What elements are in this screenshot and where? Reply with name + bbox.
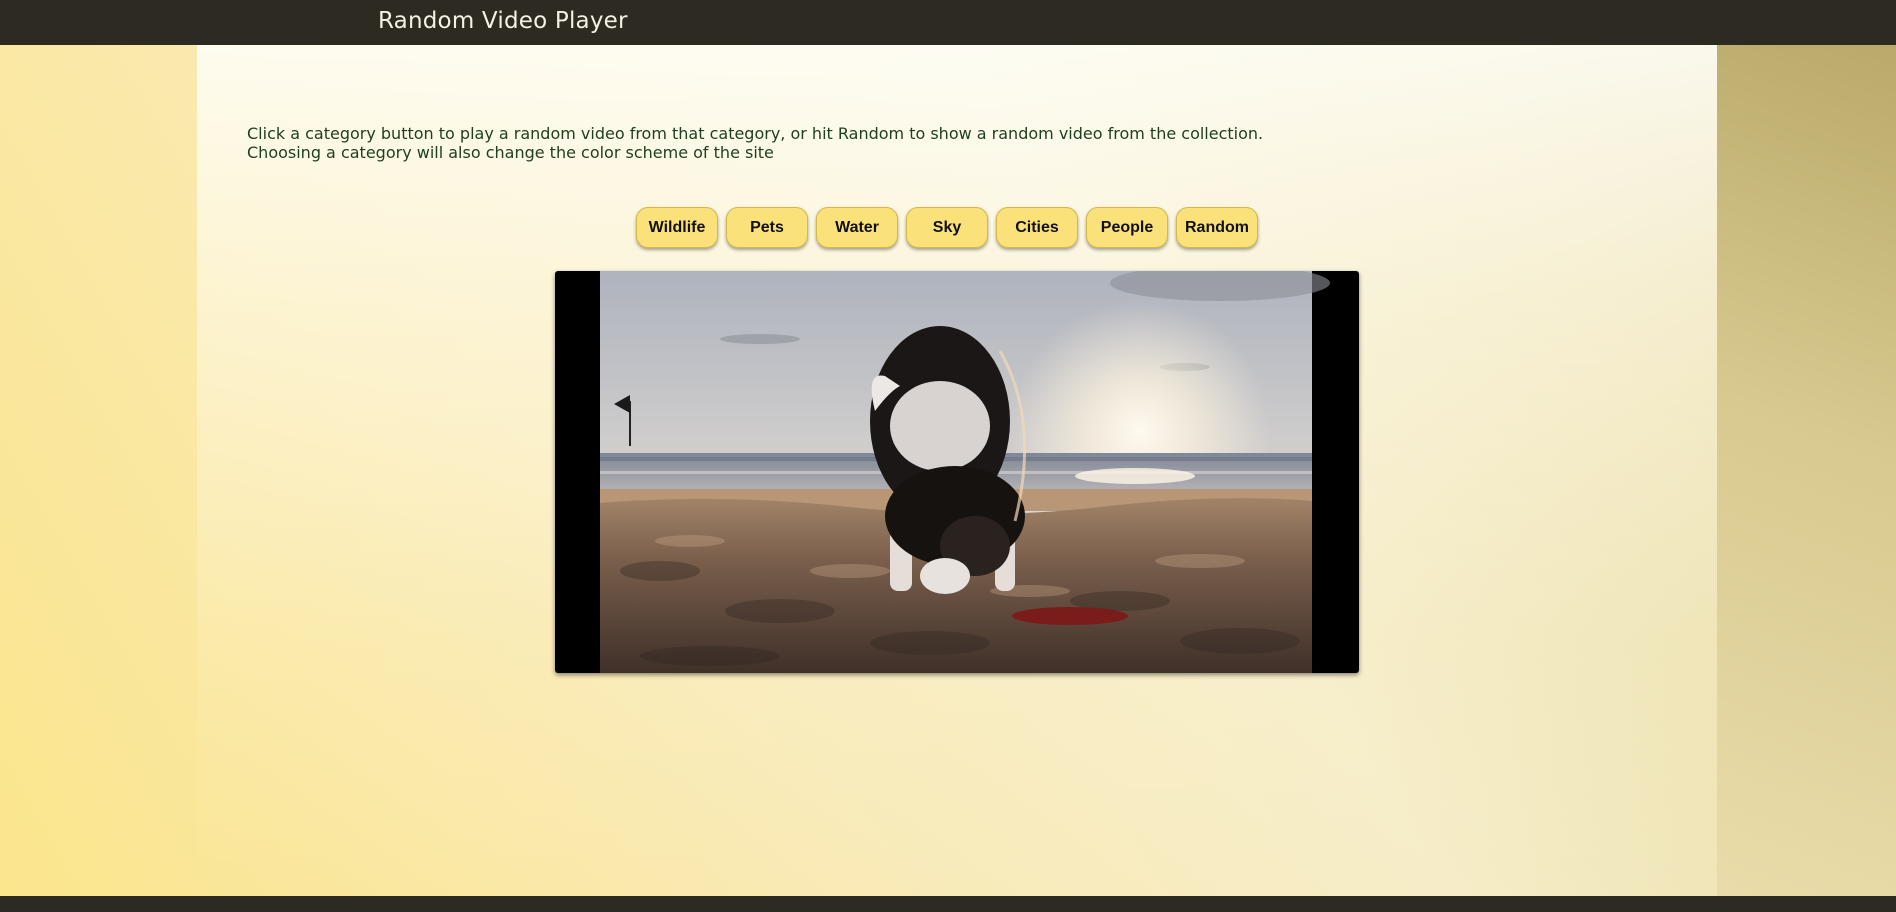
bottom-bar bbox=[0, 896, 1896, 912]
instructions-line-2: Choosing a category will also change the… bbox=[247, 143, 774, 162]
sky-button[interactable]: Sky bbox=[906, 207, 988, 248]
pets-button[interactable]: Pets bbox=[726, 207, 808, 248]
wildlife-button[interactable]: Wildlife bbox=[636, 207, 718, 248]
right-background-strip bbox=[1717, 45, 1896, 896]
random-button[interactable]: Random bbox=[1176, 207, 1258, 248]
video-player[interactable] bbox=[555, 271, 1359, 673]
category-button-row: Wildlife Pets Water Sky Cities People Ra… bbox=[636, 207, 1258, 248]
water-button[interactable]: Water bbox=[816, 207, 898, 248]
cities-button[interactable]: Cities bbox=[996, 207, 1078, 248]
instructions-line-1: Click a category button to play a random… bbox=[247, 124, 1264, 143]
video-frame-image bbox=[600, 271, 1330, 673]
instructions-text: Click a category button to play a random… bbox=[247, 124, 1263, 162]
site-title: Random Video Player bbox=[378, 8, 628, 34]
people-button[interactable]: People bbox=[1086, 207, 1168, 248]
top-nav-bar: Random Video Player bbox=[0, 0, 1896, 45]
